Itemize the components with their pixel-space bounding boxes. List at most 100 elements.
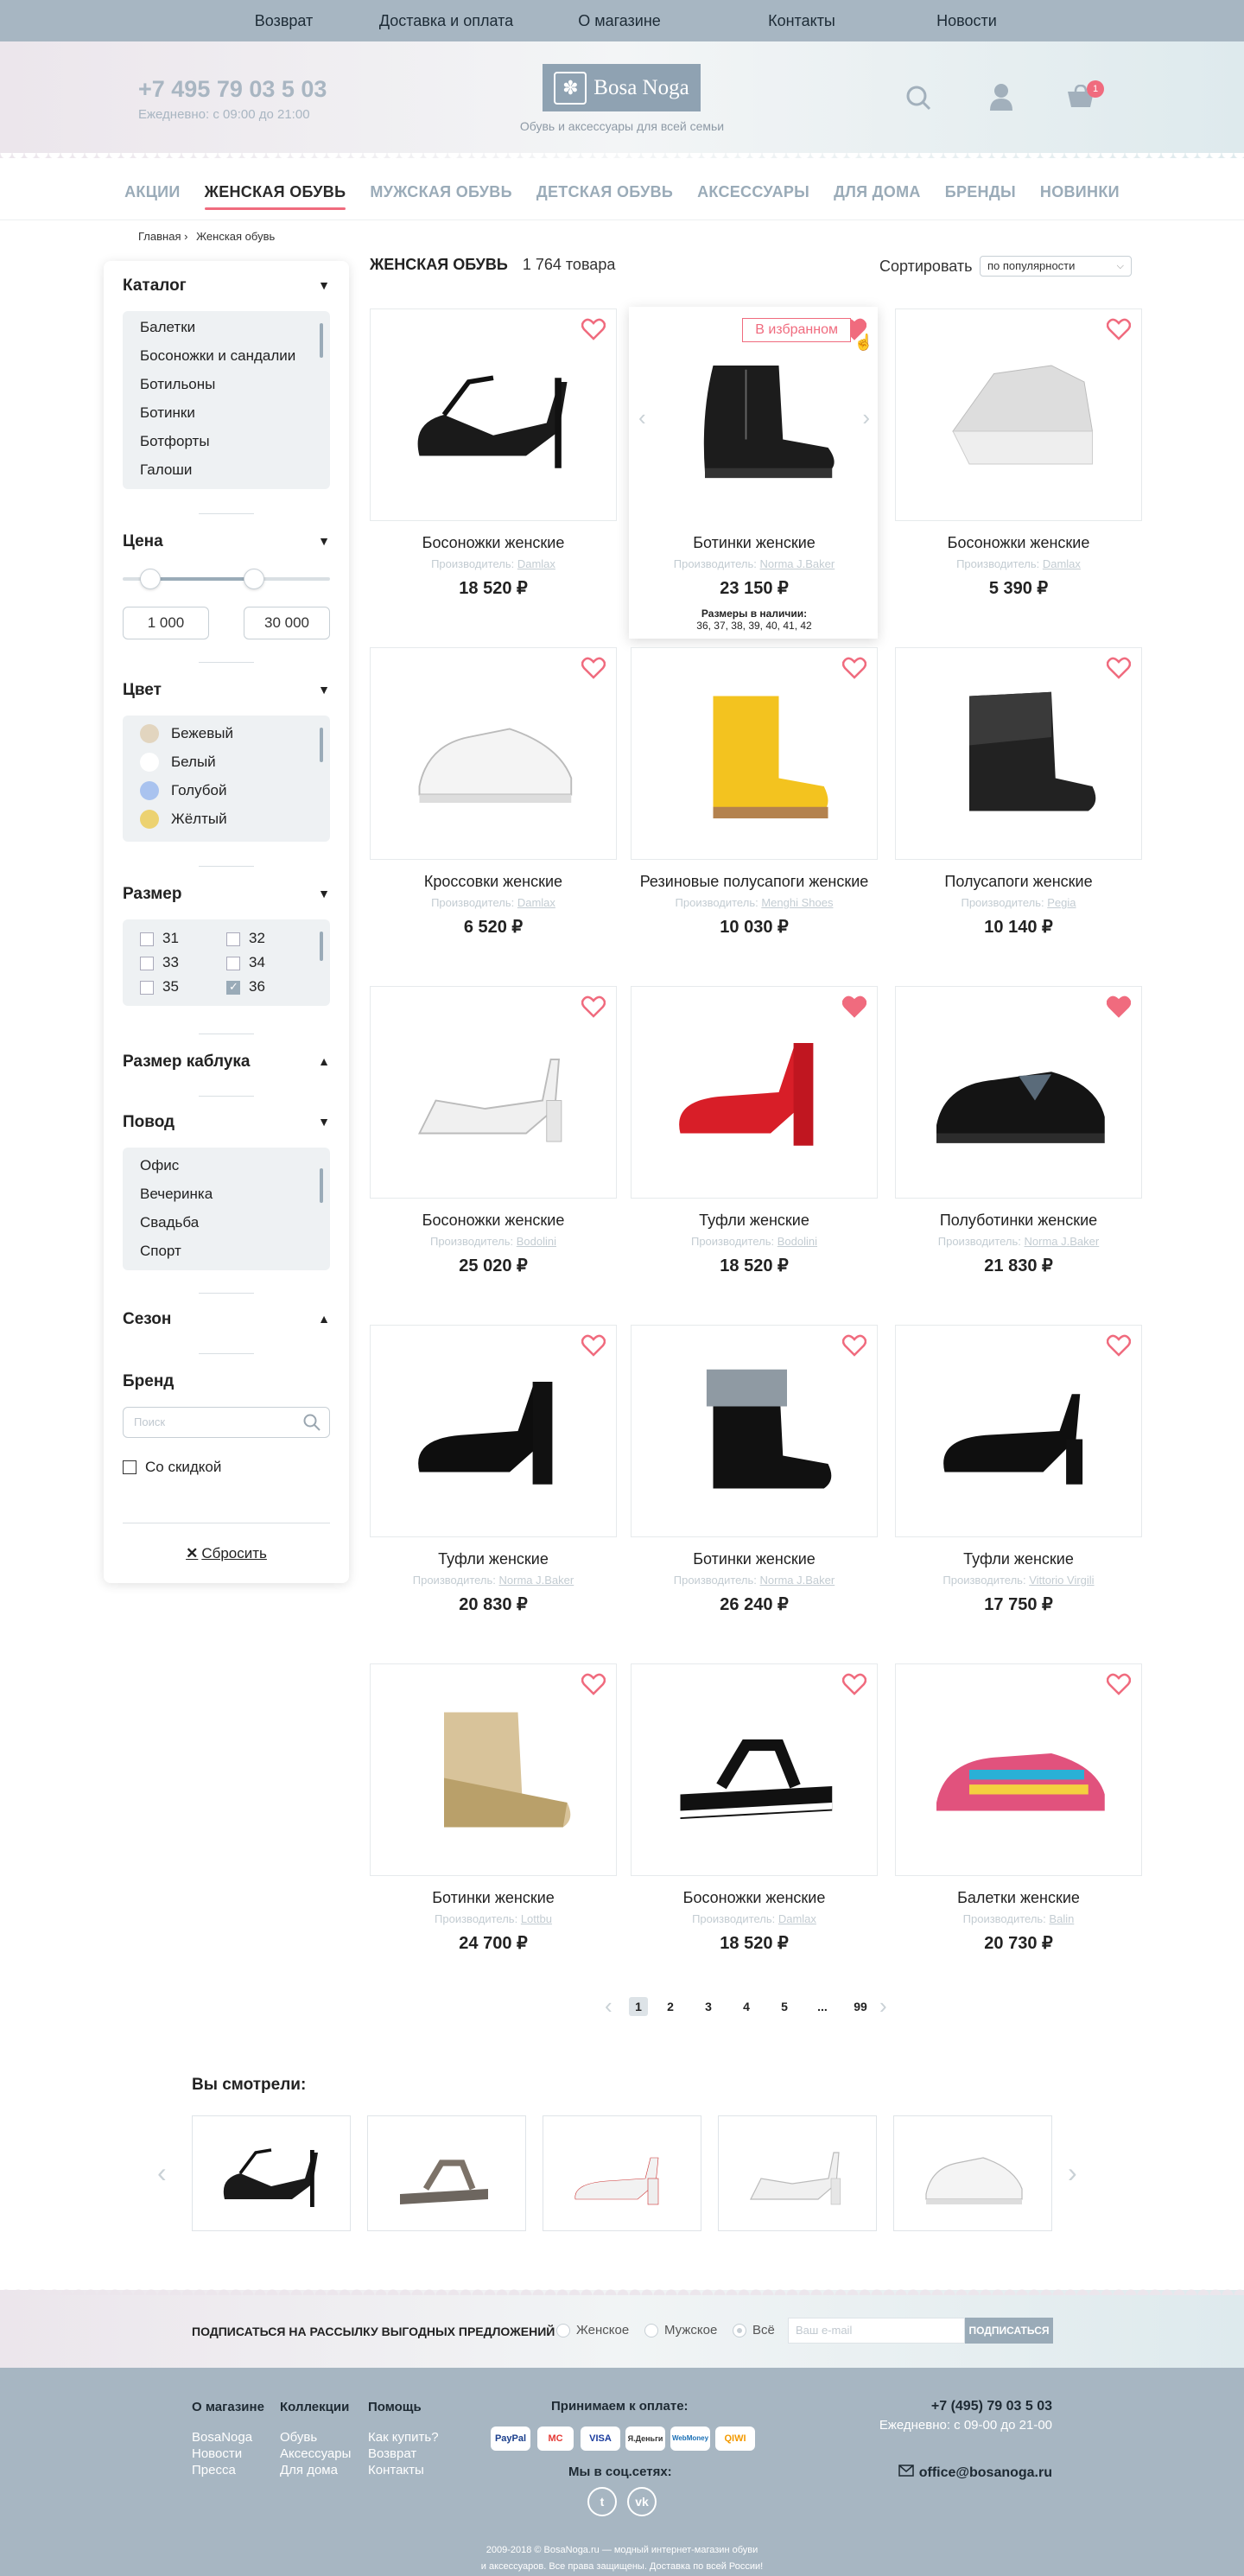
heart-icon[interactable] (1106, 318, 1132, 340)
product-image[interactable] (631, 647, 878, 860)
product-card[interactable]: Кроссовки женские Производитель: Damlax 6 … (370, 647, 617, 938)
recently-viewed-item[interactable] (543, 2115, 701, 2231)
recently-viewed-item[interactable] (718, 2115, 877, 2231)
size-checkbox[interactable] (140, 932, 154, 946)
product-card[interactable]: Ботинки женские Производитель: Norma J.Ba… (631, 1325, 878, 1615)
product-card[interactable]: Балетки женские Производитель: Balin 20 73… (895, 1663, 1142, 1954)
topbar-link-delivery[interactable]: Доставка и оплата (371, 0, 522, 41)
filter-occasion-title[interactable]: Повод (123, 1113, 330, 1132)
occasion-item[interactable]: Свадьба (123, 1208, 330, 1237)
user-icon[interactable] (988, 83, 1018, 112)
chevron-left-icon[interactable]: ‹ (605, 1993, 625, 2019)
product-card[interactable]: Босоножки женские Производитель: Damlax 18… (631, 1663, 878, 1954)
heart-icon[interactable] (581, 1673, 606, 1695)
size-checkbox-checked[interactable] (226, 980, 240, 995)
size-checkbox[interactable] (226, 956, 240, 970)
price-min-input[interactable]: 1 000 (123, 607, 209, 639)
product-image[interactable] (370, 308, 617, 521)
product-name[interactable]: Ботинки женские (631, 1550, 878, 1568)
catalog-item[interactable]: Галоши (123, 455, 330, 484)
product-card[interactable]: Туфли женские Производитель: Bodolini 18 5… (631, 986, 878, 1276)
product-image[interactable] (631, 1325, 878, 1537)
topbar-link-contacts[interactable]: Контакты (758, 0, 845, 41)
color-scrollbar[interactable] (320, 728, 323, 762)
product-image[interactable] (895, 308, 1142, 521)
heart-filled-icon[interactable] (841, 995, 867, 1018)
topbar-link-returns[interactable]: Возврат (238, 0, 329, 41)
color-option[interactable]: Белый (123, 747, 330, 776)
maker-link[interactable]: Bodolini (778, 1235, 817, 1248)
in-favorites-tag[interactable]: В избранном (742, 318, 851, 342)
page-5[interactable]: 5 (765, 2000, 803, 2013)
filter-catalog-title[interactable]: Каталог (123, 277, 330, 296)
heart-icon[interactable] (841, 1334, 867, 1357)
chevron-up-icon[interactable]: ▲ (318, 1054, 330, 1068)
heart-icon[interactable] (581, 657, 606, 679)
product-name[interactable]: Босоножки женские (370, 534, 617, 552)
product-name[interactable]: Туфли женские (895, 1550, 1142, 1568)
maker-link[interactable]: Norma J.Baker (760, 557, 835, 570)
recently-viewed-item[interactable] (367, 2115, 526, 2231)
product-name[interactable]: Ботинки женские (370, 1889, 617, 1907)
product-name[interactable]: Балетки женские (895, 1889, 1142, 1907)
filter-size-title[interactable]: Размер (123, 885, 330, 904)
subscribe-button[interactable]: ПОДПИСАТЬСЯ (965, 2318, 1053, 2344)
footer-email[interactable]: office@bosanoga.ru (898, 2465, 1052, 2481)
heart-icon[interactable] (581, 995, 606, 1018)
nav-item-home[interactable]: ДЛЯ ДОМА (822, 183, 933, 201)
heart-icon[interactable] (841, 657, 867, 679)
chevron-right-icon[interactable]: › (879, 1993, 900, 2019)
maker-link[interactable]: Balin (1049, 1912, 1074, 1925)
nav-item-men-shoes[interactable]: МУЖСКАЯ ОБУВЬ (358, 183, 524, 201)
maker-link[interactable]: Damlax (778, 1912, 816, 1925)
site-logo[interactable]: ✽ Bosa Noga (543, 64, 701, 111)
footer-link[interactable]: BosaNoga (192, 2429, 264, 2446)
heart-icon[interactable] (1106, 657, 1132, 679)
nav-item-women-shoes[interactable]: ЖЕНСКАЯ ОБУВЬ (193, 183, 359, 210)
catalog-item[interactable]: Ботинки (123, 398, 330, 427)
footer-link[interactable]: Возврат (368, 2446, 439, 2462)
product-card[interactable]: Босоножки женские Производитель: Damlax 18… (370, 308, 617, 599)
footer-link[interactable]: Аксессуары (280, 2446, 351, 2462)
product-image[interactable] (370, 1663, 617, 1876)
product-name[interactable]: Резиновые полусапоги женские (631, 873, 878, 891)
chevron-up-icon[interactable]: ▲ (318, 1312, 330, 1326)
radio-button[interactable] (644, 2323, 658, 2337)
recently-viewed-item[interactable] (893, 2115, 1052, 2231)
filter-price-title[interactable]: Цена (123, 532, 330, 551)
search-icon[interactable] (905, 85, 935, 114)
header-phone[interactable]: +7 495 79 03 5 03 (138, 76, 327, 103)
page-3[interactable]: 3 (689, 2000, 727, 2013)
radio-button[interactable] (556, 2323, 570, 2337)
product-card[interactable]: Босоножки женские Производитель: Damlax 5 … (895, 308, 1142, 599)
product-name[interactable]: Полусапоги женские (895, 873, 1142, 891)
subscribe-email-input[interactable]: Ваш e-mail (788, 2318, 965, 2344)
product-name[interactable]: Босоножки женские (895, 534, 1142, 552)
size-option[interactable]: 32 (226, 930, 265, 947)
color-option[interactable]: Голубой (123, 776, 330, 805)
product-image[interactable] (370, 986, 617, 1199)
twitter-icon[interactable]: t (587, 2487, 617, 2516)
catalog-item[interactable]: Босоножки и сандалии (123, 341, 330, 370)
chevron-down-icon[interactable]: ▼ (318, 887, 330, 900)
size-scrollbar[interactable] (320, 932, 323, 961)
product-image[interactable] (895, 1325, 1142, 1537)
color-option[interactable]: Бежевый (123, 719, 330, 747)
brand-search-input[interactable]: Поиск (123, 1407, 330, 1438)
product-card[interactable]: Полусапоги женские Производитель: Pegia 10… (895, 647, 1142, 938)
occasion-item[interactable]: Вечеринка (123, 1180, 330, 1208)
product-name[interactable]: Туфли женские (631, 1212, 878, 1230)
discount-option[interactable]: Со скидкой (123, 1459, 221, 1476)
product-name[interactable]: Полуботинки женские (895, 1212, 1142, 1230)
reset-filters-button[interactable]: ✕ Сбросить (104, 1545, 349, 1562)
occasion-item[interactable]: Спорт (123, 1237, 330, 1265)
chevron-right-icon[interactable]: › (862, 404, 870, 431)
maker-link[interactable]: Vittorio Virgili (1029, 1574, 1094, 1587)
discount-checkbox[interactable] (123, 1460, 136, 1474)
size-option[interactable]: 31 (140, 930, 179, 947)
maker-link[interactable]: Damlax (517, 896, 555, 909)
product-image[interactable] (631, 1663, 878, 1876)
size-option[interactable]: 33 (140, 954, 179, 971)
product-card[interactable]: Полуботинки женские Производитель: Norma … (895, 986, 1142, 1276)
filter-season-title[interactable]: Сезон (123, 1310, 330, 1329)
